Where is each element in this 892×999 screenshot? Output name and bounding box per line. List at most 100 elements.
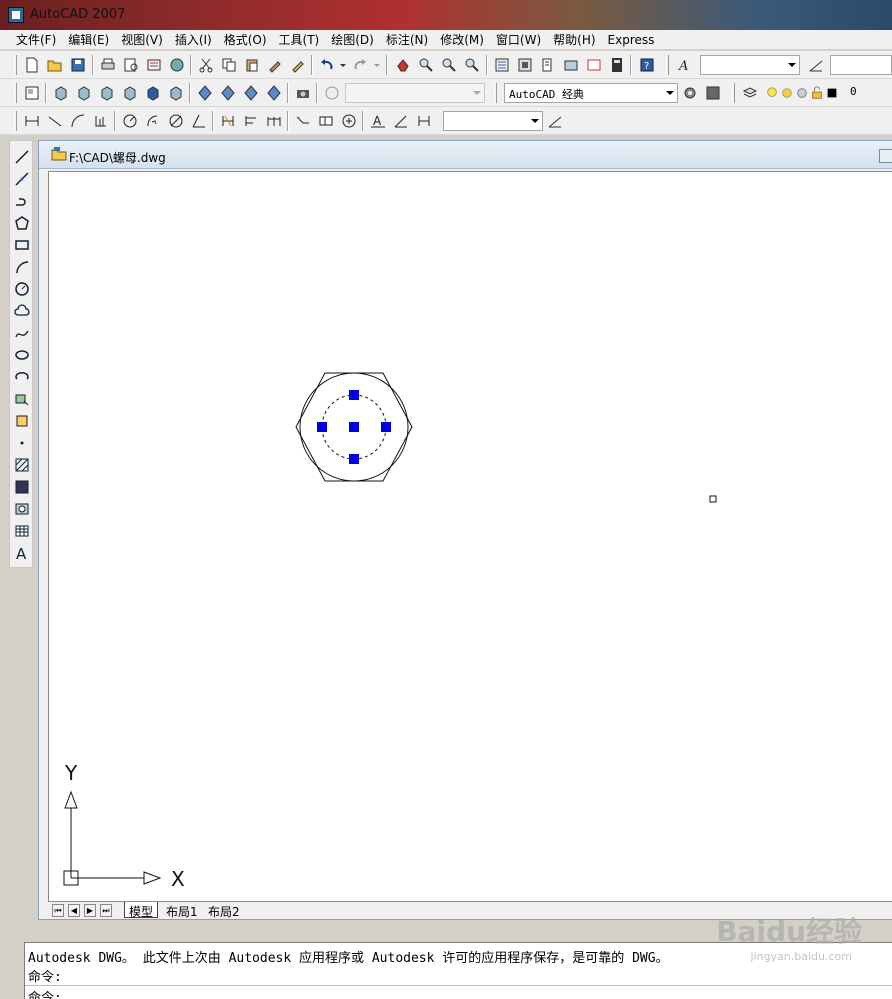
redo-dropdown-icon[interactable] (372, 55, 382, 75)
angular-dim-icon[interactable] (189, 111, 209, 131)
diameter-dim-icon[interactable] (166, 111, 186, 131)
rectangle-tool-icon[interactable] (12, 235, 32, 255)
make-block-icon[interactable] (12, 411, 32, 431)
dim-style-manager-icon[interactable] (545, 111, 565, 131)
ne-iso-view-icon[interactable] (241, 83, 261, 103)
menu-help[interactable]: 帮助(H) (547, 31, 601, 48)
se-iso-view-icon[interactable] (218, 83, 238, 103)
menu-file[interactable]: 文件(F) (10, 31, 62, 48)
new-file-icon[interactable] (22, 55, 42, 75)
workspace-combo[interactable]: AutoCAD 经典 (504, 83, 678, 103)
plot-preview-icon[interactable] (121, 55, 141, 75)
design-center-icon[interactable] (515, 55, 535, 75)
dim-text-edit-icon[interactable] (391, 111, 411, 131)
dim-edit-icon[interactable]: A (368, 111, 388, 131)
sheet-set-icon[interactable] (561, 55, 581, 75)
grip-top[interactable] (349, 390, 359, 400)
grip-center[interactable] (349, 422, 359, 432)
spline-tool-icon[interactable] (12, 323, 32, 343)
top-view-icon[interactable] (51, 83, 71, 103)
toolbar-grip[interactable] (14, 111, 17, 131)
toolbar-grip[interactable] (14, 55, 17, 75)
back-view-icon[interactable] (166, 83, 186, 103)
text-style-icon[interactable]: A (675, 55, 695, 75)
last-tab-button[interactable]: ⏭ (100, 904, 112, 917)
quick-leader-icon[interactable] (293, 111, 313, 131)
menu-window[interactable]: 窗口(W) (490, 31, 547, 48)
menu-edit[interactable]: 编辑(E) (62, 31, 115, 48)
layer-combo[interactable]: 0 (846, 83, 892, 103)
cut-icon[interactable] (196, 55, 216, 75)
layer-viewport-freeze-icon[interactable] (795, 83, 809, 103)
copy-icon[interactable] (219, 55, 239, 75)
my-workspace-icon[interactable] (703, 83, 723, 103)
zoom-previous-icon[interactable] (462, 55, 482, 75)
point-tool-icon[interactable] (12, 433, 32, 453)
menu-view[interactable]: 视图(V) (115, 31, 169, 48)
quick-dim-icon[interactable] (218, 111, 238, 131)
grip-left[interactable] (317, 422, 327, 432)
properties-icon[interactable] (492, 55, 512, 75)
front-view-icon[interactable] (143, 83, 163, 103)
linear-dim-icon[interactable] (22, 111, 42, 131)
named-view-combo[interactable] (345, 83, 485, 103)
gradient-tool-icon[interactable] (12, 477, 32, 497)
toolbar-grip[interactable] (732, 83, 735, 103)
undo-icon[interactable] (317, 55, 337, 75)
block-editor-icon[interactable] (288, 55, 308, 75)
print-icon[interactable] (98, 55, 118, 75)
dim-style-icon[interactable] (806, 55, 826, 75)
match-properties-icon[interactable] (265, 55, 285, 75)
menu-dimension[interactable]: 标注(N) (380, 31, 434, 48)
arc-length-icon[interactable] (68, 111, 88, 131)
dim-style-control-combo[interactable] (443, 111, 543, 131)
ellipse-arc-icon[interactable] (12, 367, 32, 387)
table-tool-icon[interactable] (12, 521, 32, 541)
polygon-tool-icon[interactable] (12, 213, 32, 233)
publish-icon[interactable] (144, 55, 164, 75)
hatch-tool-icon[interactable] (12, 455, 32, 475)
toolbar-grip[interactable] (14, 83, 17, 103)
center-mark-icon[interactable] (339, 111, 359, 131)
tool-palettes-icon[interactable] (538, 55, 558, 75)
aligned-dim-icon[interactable] (45, 111, 65, 131)
tolerance-icon[interactable] (316, 111, 336, 131)
tab-layout1[interactable]: 布局1 (162, 902, 202, 919)
region-tool-icon[interactable] (12, 499, 32, 519)
sw-iso-view-icon[interactable] (195, 83, 215, 103)
circle-tool-icon[interactable] (12, 279, 32, 299)
layer-manager-icon[interactable] (740, 83, 760, 103)
insert-block-icon[interactable] (12, 389, 32, 409)
menu-tools[interactable]: 工具(T) (273, 31, 326, 48)
tab-layout2[interactable]: 布局2 (204, 902, 244, 919)
save-icon[interactable] (68, 55, 88, 75)
open-file-icon[interactable] (45, 55, 65, 75)
tab-model[interactable]: 模型 (124, 902, 159, 919)
baseline-dim-icon[interactable] (241, 111, 261, 131)
calculator-icon[interactable] (607, 55, 627, 75)
dim-update-icon[interactable] (414, 111, 434, 131)
next-tab-button[interactable]: ▶ (84, 904, 96, 917)
model-space-canvas[interactable]: Y X (48, 171, 892, 901)
arc-tool-icon[interactable] (12, 257, 32, 277)
line-tool-icon[interactable] (12, 147, 32, 167)
menu-draw[interactable]: 绘图(D) (325, 31, 380, 48)
first-tab-button[interactable]: ⏮ (52, 904, 64, 917)
continue-dim-icon[interactable] (264, 111, 284, 131)
layer-lock-icon[interactable] (810, 83, 824, 103)
menu-format[interactable]: 格式(O) (218, 31, 273, 48)
undo-dropdown-icon[interactable] (338, 55, 348, 75)
workspace-settings-icon[interactable] (680, 83, 700, 103)
jogged-dim-icon[interactable] (143, 111, 163, 131)
multiline-text-icon[interactable]: A (12, 543, 32, 563)
restore-button[interactable] (879, 149, 892, 163)
text-style-combo[interactable] (700, 55, 800, 75)
pan-realtime-icon[interactable] (393, 55, 413, 75)
markup-set-icon[interactable] (584, 55, 604, 75)
menu-modify[interactable]: 修改(M) (434, 31, 490, 48)
help-icon[interactable]: ? (637, 55, 657, 75)
ellipse-tool-icon[interactable] (12, 345, 32, 365)
view-manager-icon[interactable] (322, 83, 342, 103)
toolbar-grip[interactable] (494, 83, 497, 103)
dim-style-combo[interactable] (830, 55, 892, 75)
